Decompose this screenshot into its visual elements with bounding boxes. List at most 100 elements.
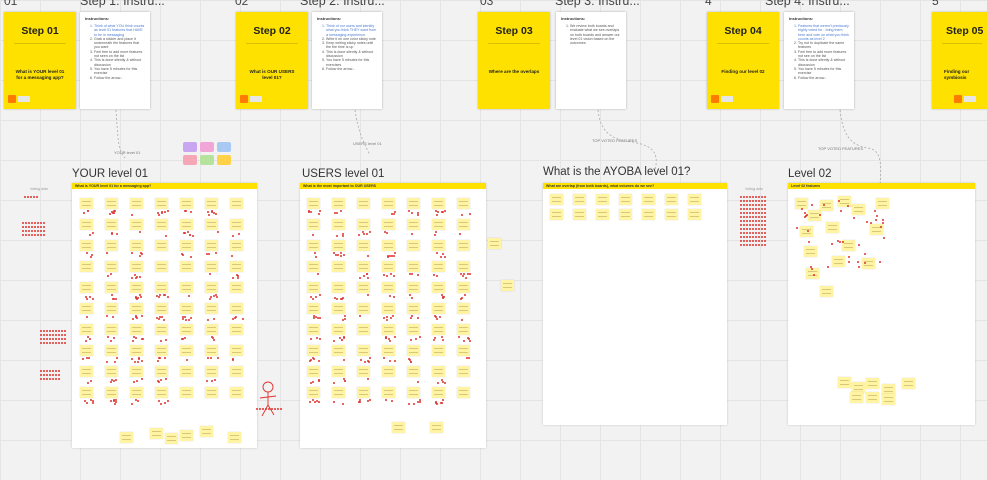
voting-dot[interactable]	[764, 200, 766, 202]
voting-dot[interactable]	[746, 220, 748, 222]
voting-dot[interactable]	[137, 400, 139, 402]
voting-dot[interactable]	[364, 361, 366, 363]
voting-dot[interactable]	[740, 236, 742, 238]
voting-dot[interactable]	[110, 273, 112, 275]
voting-dot[interactable]	[746, 208, 748, 210]
voting-dot[interactable]	[758, 244, 760, 246]
sticky-note[interactable]	[130, 261, 143, 272]
voting-dot[interactable]	[215, 252, 217, 254]
voting-dot[interactable]	[64, 338, 66, 340]
voting-dot[interactable]	[211, 380, 213, 382]
voting-dot[interactable]	[28, 222, 30, 224]
voting-dot[interactable]	[138, 358, 140, 360]
voting-dot[interactable]	[167, 400, 169, 402]
sticky-note[interactable]	[876, 198, 889, 209]
sticky-note[interactable]	[665, 194, 678, 205]
voting-dot[interactable]	[34, 226, 36, 228]
voting-dot[interactable]	[752, 204, 754, 206]
sticky-note[interactable]	[407, 282, 420, 293]
voting-dot[interactable]	[386, 275, 388, 277]
voting-dot[interactable]	[318, 360, 320, 362]
voting-dot[interactable]	[207, 211, 209, 213]
voting-dot[interactable]	[383, 317, 385, 319]
voting-dot[interactable]	[434, 337, 436, 339]
voting-dot[interactable]	[113, 380, 115, 382]
sticky-note[interactable]	[392, 422, 405, 433]
voting-dot[interactable]	[87, 382, 89, 384]
sticky-note[interactable]	[120, 432, 133, 443]
voting-dot[interactable]	[90, 380, 92, 382]
voting-dot[interactable]	[114, 403, 116, 405]
voting-dot[interactable]	[461, 214, 463, 216]
voting-dot[interactable]	[359, 277, 361, 279]
voting-dot[interactable]	[211, 336, 213, 338]
voting-dot[interactable]	[755, 236, 757, 238]
voting-dot[interactable]	[131, 214, 133, 216]
voting-dot[interactable]	[265, 408, 267, 410]
voting-dot[interactable]	[164, 402, 166, 404]
voting-dot[interactable]	[135, 337, 137, 339]
voting-dot[interactable]	[61, 330, 63, 332]
voting-dot[interactable]	[52, 334, 54, 336]
voting-dot[interactable]	[87, 210, 89, 212]
voting-dot[interactable]	[749, 200, 751, 202]
voting-dot[interactable]	[746, 196, 748, 198]
voting-dot[interactable]	[334, 212, 336, 214]
sticky-note[interactable]	[357, 198, 370, 209]
voting-dot[interactable]	[755, 244, 757, 246]
voting-dot[interactable]	[796, 227, 798, 229]
sticky-note[interactable]	[105, 219, 118, 230]
voting-dot[interactable]	[853, 217, 855, 219]
sticky-note[interactable]	[382, 366, 395, 377]
voting-dot[interactable]	[743, 200, 745, 202]
voting-dot[interactable]	[359, 399, 361, 401]
voting-dot[interactable]	[459, 233, 461, 235]
sticky-note[interactable]	[180, 324, 193, 335]
voting-dot[interactable]	[40, 338, 42, 340]
voting-dot[interactable]	[749, 240, 751, 242]
voting-dot[interactable]	[344, 380, 346, 382]
voting-dot[interactable]	[58, 334, 60, 336]
voting-dot[interactable]	[436, 318, 438, 320]
voting-dot[interactable]	[92, 232, 94, 234]
voting-dot[interactable]	[34, 234, 36, 236]
voting-dot[interactable]	[43, 234, 45, 236]
voting-dot[interactable]	[61, 342, 63, 344]
voting-dot[interactable]	[758, 200, 760, 202]
voting-dot[interactable]	[333, 401, 335, 403]
voting-dot[interactable]	[207, 319, 209, 321]
voting-dot[interactable]	[743, 196, 745, 198]
voting-dot[interactable]	[433, 339, 435, 341]
voting-dot[interactable]	[410, 317, 412, 319]
sticky-note[interactable]	[230, 366, 243, 377]
sticky-note[interactable]	[357, 261, 370, 272]
sticky-note[interactable]	[130, 387, 143, 398]
sticky-note[interactable]	[407, 261, 420, 272]
voting-dot[interactable]	[25, 222, 27, 224]
voting-dot[interactable]	[340, 252, 342, 254]
voting-dot[interactable]	[386, 319, 388, 321]
voting-dot[interactable]	[40, 378, 42, 380]
voting-dot[interactable]	[752, 240, 754, 242]
voting-dot[interactable]	[89, 296, 91, 298]
sticky-note[interactable]	[501, 280, 514, 291]
voting-dot[interactable]	[752, 232, 754, 234]
voting-dot[interactable]	[106, 252, 108, 254]
sticky-note[interactable]	[665, 209, 678, 220]
sticky-note[interactable]	[407, 366, 420, 377]
voting-dot[interactable]	[58, 378, 60, 380]
voting-dot[interactable]	[131, 277, 133, 279]
voting-dot[interactable]	[43, 226, 45, 228]
voting-dot[interactable]	[43, 230, 45, 232]
voting-dot[interactable]	[755, 200, 757, 202]
voting-dot[interactable]	[82, 358, 84, 360]
voting-dot[interactable]	[333, 340, 335, 342]
sticky-note[interactable]	[80, 345, 93, 356]
voting-dot[interactable]	[214, 379, 216, 381]
voting-dot[interactable]	[876, 215, 878, 217]
sticky-note[interactable]	[457, 198, 470, 209]
sticky-note[interactable]	[457, 366, 470, 377]
voting-dot[interactable]	[158, 400, 160, 402]
voting-dot[interactable]	[135, 277, 137, 279]
voting-dot[interactable]	[112, 316, 114, 318]
